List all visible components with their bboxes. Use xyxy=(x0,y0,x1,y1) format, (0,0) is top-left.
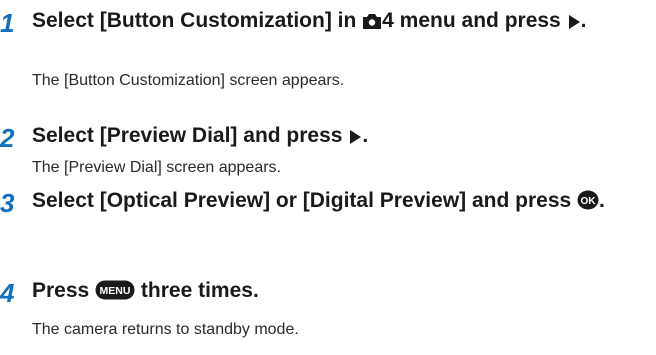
step-title: Select [Optical Preview] or [Digital Pre… xyxy=(32,186,652,218)
step-description: The [Preview Dial] screen appears. xyxy=(32,159,281,176)
step-title-end: . xyxy=(362,124,369,147)
menu-button-icon: MENU xyxy=(95,279,135,308)
step-title-text: Select [Preview Dial] and press xyxy=(32,124,349,147)
step-title: Press MENU three times. xyxy=(32,276,652,308)
step-number: 2 xyxy=(0,123,15,153)
step-title: Select [Button Customization] in 4 menu … xyxy=(32,6,652,38)
step-title-text: three times. xyxy=(135,279,259,302)
step-description: The [Button Customization] screen appear… xyxy=(32,72,345,89)
right-arrow-icon xyxy=(348,124,362,153)
menu-tab-number: 4 xyxy=(382,9,394,32)
step-title-text: Press xyxy=(32,279,96,302)
step-title-text: Select [Optical Preview] or [Digital Pre… xyxy=(32,189,578,212)
step-title-text: Select [Button Customization] in xyxy=(32,9,363,32)
step-title-text: menu and press xyxy=(393,9,567,32)
ok-button-icon: OK xyxy=(577,189,599,218)
step-title-end: . xyxy=(599,189,605,212)
step-number: 1 xyxy=(0,8,15,38)
step-description: The camera returns to standby mode. xyxy=(32,321,299,338)
right-arrow-icon xyxy=(567,9,581,38)
menu-button-label: MENU xyxy=(100,285,131,297)
step-number: 3 xyxy=(0,188,15,218)
step-title-end: . xyxy=(580,9,587,32)
step-title: Select [Preview Dial] and press . xyxy=(32,121,652,153)
step-number: 4 xyxy=(0,278,15,308)
camera-menu-tab-icon xyxy=(362,9,382,38)
ok-button-label: OK xyxy=(581,196,597,207)
